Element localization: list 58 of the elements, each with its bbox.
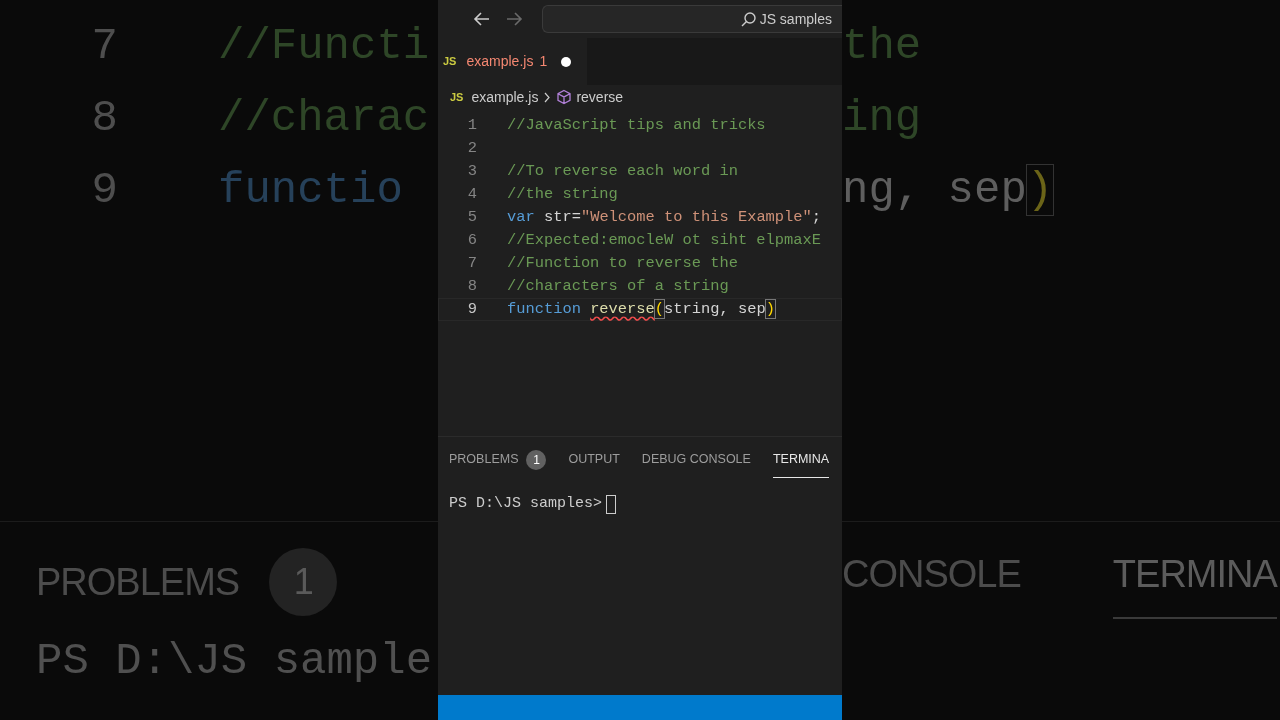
code-text: str= — [542, 207, 581, 226]
line-number: 9 — [90, 164, 118, 217]
code-text: string, sep — [664, 299, 766, 318]
count-badge: 1 — [526, 449, 547, 470]
code-string: "Welcome to this Example" — [580, 207, 812, 226]
code-bracket: ) — [1026, 165, 1054, 215]
line-number: 7 — [90, 20, 118, 73]
line-number: 9 — [466, 298, 477, 320]
code-text: ; — [811, 207, 822, 226]
line-number: 4 — [466, 183, 477, 205]
line-number: 7 — [466, 252, 477, 274]
code-keyword: functio — [218, 165, 403, 215]
line-number: 8 — [466, 275, 477, 297]
terminal-prompt: PS D:\JS samples> — [449, 494, 603, 514]
code-keyword: function — [507, 299, 581, 318]
line-number: 5 — [466, 206, 477, 228]
cube-icon — [556, 89, 573, 105]
code-comment: //Expected:emocleW ot siht elpmaxE — [507, 230, 822, 249]
code-comment: //characters of a string — [507, 276, 729, 295]
code-comment: the — [842, 21, 922, 71]
modified-dot — [561, 56, 572, 67]
line-number: 1 — [466, 114, 477, 136]
code-comment: //the string — [507, 184, 618, 203]
code-bracket: ( — [654, 299, 665, 318]
panel-tab-label: PROBLEMS — [36, 559, 240, 605]
search-text: JS samples — [759, 9, 832, 29]
editor-tab[interactable]: JS example.js 1 — [438, 38, 588, 85]
terminal-prompt: PS D:\JS sample — [35, 636, 434, 686]
code-comment: //Functi — [218, 21, 430, 71]
line-number: 8 — [90, 92, 118, 145]
panel-tab-label: TERMINA — [1112, 545, 1277, 619]
code-comment: //charac — [218, 93, 430, 143]
breadcrumb-item[interactable]: reverse — [576, 86, 624, 108]
panel-tab[interactable]: TERMINA — [772, 450, 830, 478]
problem-count: 1 — [539, 52, 548, 71]
code-comment: //JavaScript tips and tricks — [507, 115, 766, 134]
file-type-label: JS — [443, 54, 457, 70]
line-number: 2 — [466, 137, 477, 159]
tab-label: example.js — [466, 52, 534, 71]
line-number: 3 — [466, 160, 477, 182]
search-field[interactable]: JS samples — [542, 5, 842, 33]
line-number: 6 — [466, 229, 477, 251]
code-function-name: reverse — [590, 299, 655, 318]
panel-tab[interactable]: OUTPUT — [568, 450, 620, 478]
search-icon — [739, 11, 756, 27]
code-comment: //To reverse each word in — [507, 161, 738, 180]
code-comment: //Function to reverse the — [507, 253, 738, 272]
breadcrumb-item[interactable]: example.js — [471, 86, 539, 108]
code-bracket: ) — [765, 299, 775, 318]
file-type-label: JS — [450, 89, 464, 105]
code-comment: ing — [842, 93, 922, 143]
code-text: ng, sep — [842, 165, 1027, 215]
chevron-icon — [542, 90, 553, 104]
panel-tab-label: CONSOLE — [842, 551, 1021, 597]
code-keyword: var — [507, 207, 535, 226]
panel-tab[interactable]: DEBUG CONSOLE — [641, 450, 751, 478]
terminal-cursor — [606, 494, 617, 514]
panel-tab[interactable]: PROBLEMS 1 — [449, 449, 547, 479]
